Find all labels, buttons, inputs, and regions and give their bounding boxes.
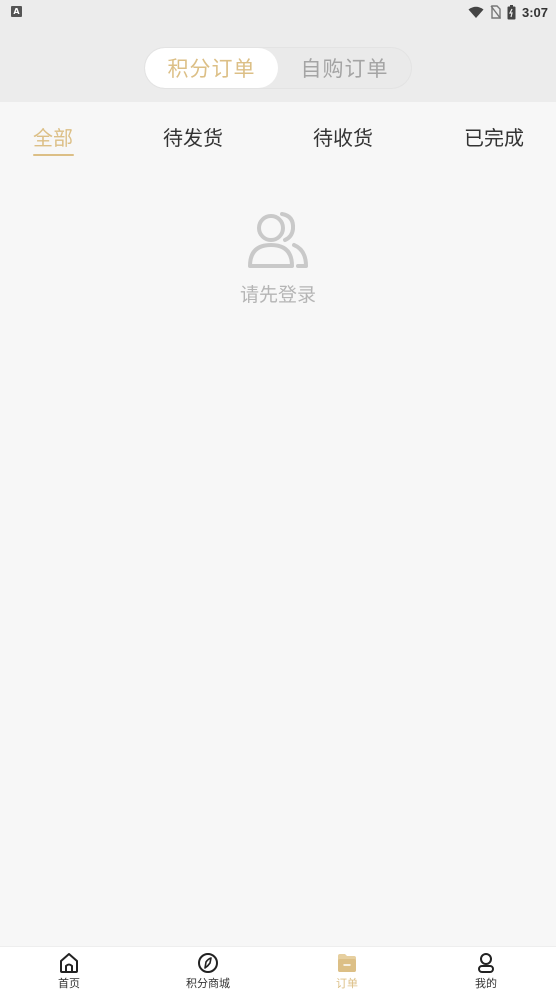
login-prompt[interactable]: 请先登录 <box>0 280 556 307</box>
nav-item-home[interactable]: 首页 <box>24 951 114 993</box>
nav-label-points-mall: 积分商城 <box>186 977 230 990</box>
segment-self-purchase-orders[interactable]: 自购订单 <box>278 48 411 88</box>
profile-icon <box>478 953 494 973</box>
wifi-icon <box>468 6 484 18</box>
nav-label-orders: 订单 <box>336 977 358 990</box>
status-icons: 3:07 <box>468 3 548 21</box>
nav-item-orders[interactable]: 订单 <box>302 951 392 993</box>
nav-item-mine[interactable]: 我的 <box>441 951 531 993</box>
status-bar: A 3:07 <box>0 0 556 24</box>
tab-pending-shipment[interactable]: 待发货 <box>163 122 223 151</box>
nav-label-home: 首页 <box>58 977 80 990</box>
tab-pending-receipt[interactable]: 待收货 <box>313 122 373 151</box>
header: 积分订单 自购订单 <box>0 24 556 102</box>
home-icon <box>60 953 78 973</box>
compass-icon <box>198 953 218 973</box>
nav-label-mine: 我的 <box>475 977 497 990</box>
user-group-icon[interactable] <box>246 208 310 270</box>
app-badge: A <box>11 6 22 17</box>
battery-icon <box>507 4 516 19</box>
tab-completed[interactable]: 已完成 <box>464 122 524 151</box>
empty-state: 请先登录 <box>0 208 556 307</box>
no-sim-icon <box>490 5 501 19</box>
order-type-segmented-control: 积分订单 自购订单 <box>144 47 412 89</box>
order-folder-icon <box>338 954 356 972</box>
order-status-tabs: 全部 待发货 待收货 已完成 <box>0 102 556 172</box>
status-time: 3:07 <box>521 4 548 20</box>
segment-points-orders[interactable]: 积分订单 <box>145 48 278 88</box>
tab-all[interactable]: 全部 <box>33 122 73 151</box>
bottom-nav: 首页 积分商城 订单 我的 <box>0 946 556 994</box>
nav-item-points-mall[interactable]: 积分商城 <box>163 951 253 993</box>
active-tab-indicator <box>33 154 74 156</box>
